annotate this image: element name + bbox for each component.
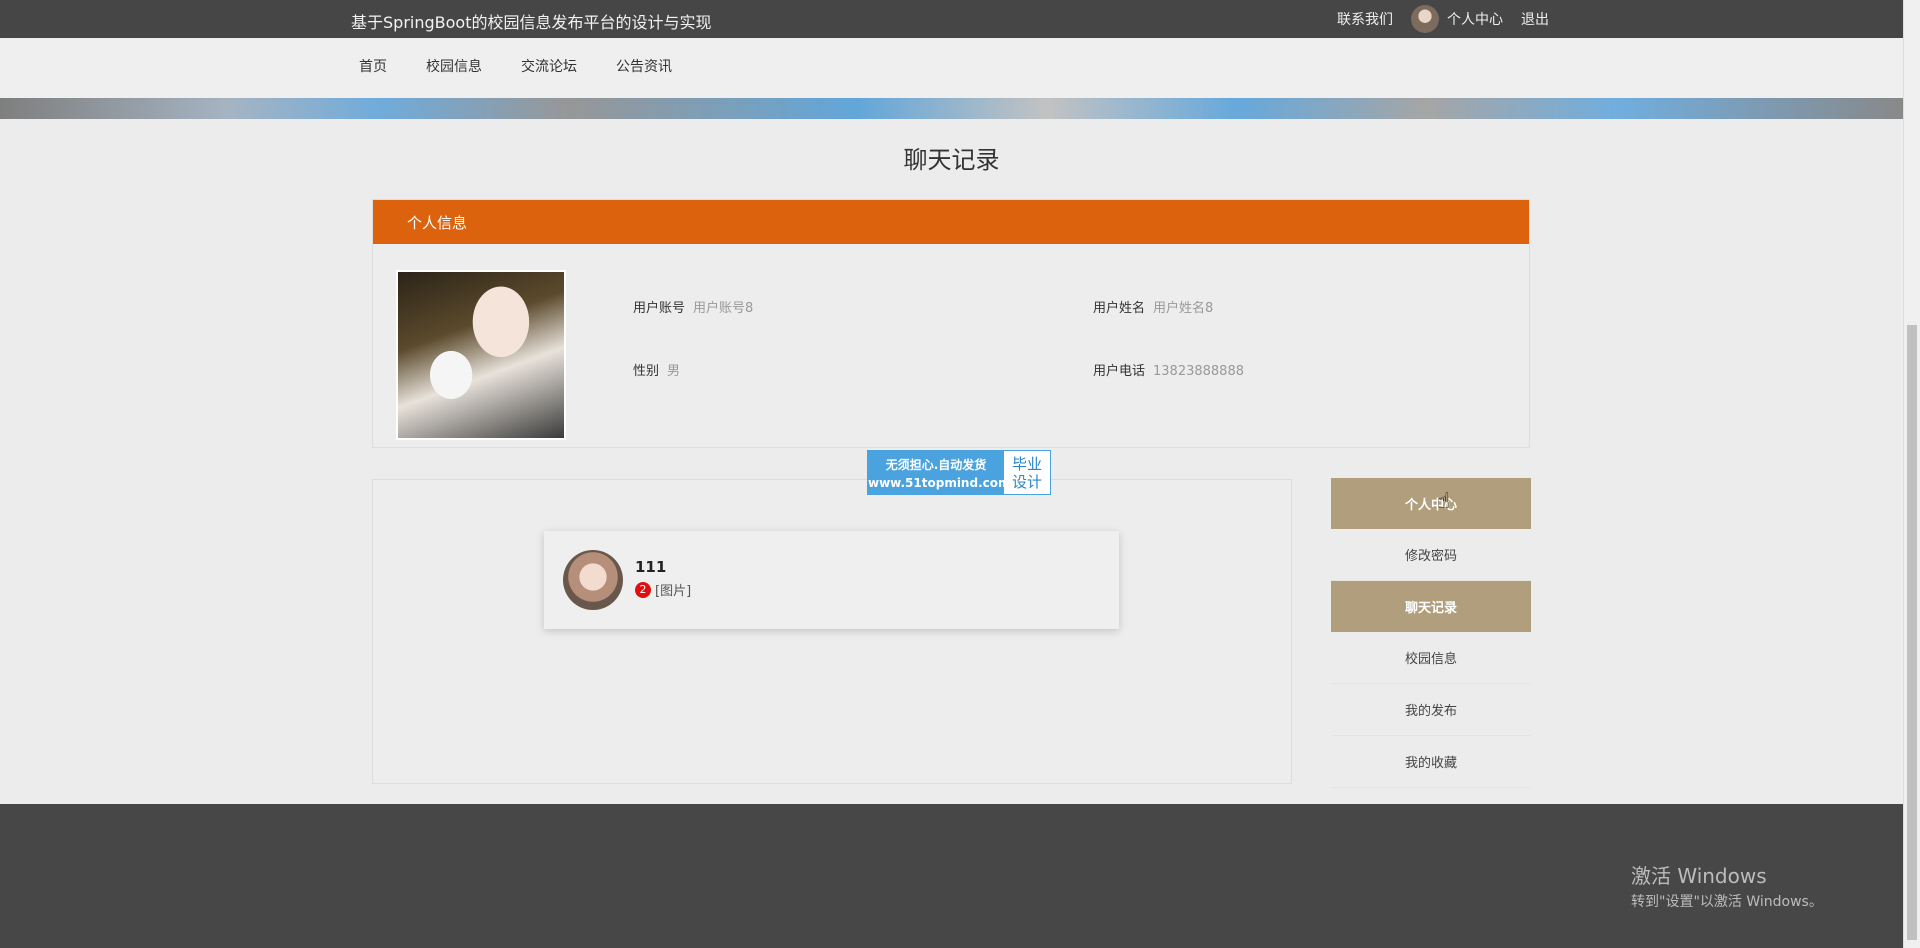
windows-activation-title: 激活 Windows (1631, 864, 1767, 888)
sidebar-item-my-favorites[interactable]: 我的收藏 (1331, 736, 1531, 788)
field-gender: 性别男 (633, 360, 680, 379)
sidebar-item-my-posts[interactable]: 我的发布 (1331, 684, 1531, 736)
main-nav: 首页 校园信息 交流论坛 公告资讯 (0, 38, 1903, 98)
ad-right: 毕业 设计 (1004, 451, 1050, 494)
ad-line2: www.51topmind.com (868, 476, 1011, 490)
site-title: 基于SpringBoot的校园信息发布平台的设计与实现 (351, 13, 712, 32)
windows-activation-subtitle: 转到"设置"以激活 Windows。 (1631, 894, 1823, 910)
chat-avatar (563, 550, 623, 610)
profile-card: 个人信息 用户账号 用户账号8 用户姓名 用户姓名8 性别男 用户电话 1382388… (372, 199, 1530, 448)
ad-right2: 设计 (1011, 473, 1042, 491)
field-phone-value: 13823888888 (1153, 364, 1244, 379)
hand-cursor-icon: ☝ (1437, 489, 1451, 514)
ad-left: 无须担心.自动发货 www.51topmind.com (868, 451, 1011, 494)
page-title: 聊天记录 (903, 146, 1000, 174)
chat-list-panel (372, 479, 1292, 784)
field-phone-label: 用户电话 (1093, 364, 1146, 379)
field-gender-value: 男 (667, 364, 681, 379)
profile-section-title: 个人信息 (407, 213, 468, 232)
scrollbar-thumb[interactable] (1907, 325, 1917, 940)
unread-badge: 2 (635, 581, 651, 598)
sidebar-item-user-center[interactable]: 个人中心 (1331, 478, 1531, 529)
user-center-label: 个人中心 (1447, 12, 1503, 28)
nav-item-home[interactable]: 首页 (359, 56, 387, 76)
chat-contact-name: 111 (635, 558, 667, 576)
ad-right1: 毕业 (1011, 455, 1042, 473)
sidebar-item-chat-history[interactable]: 聊天记录 (1331, 581, 1531, 632)
field-phone: 用户电话 13823888888 (1093, 360, 1244, 379)
contact-link[interactable]: 联系我们 (1337, 9, 1393, 29)
ad-line1: 无须担心.自动发货 (885, 458, 987, 472)
field-name-label: 用户姓名 (1093, 301, 1146, 316)
sidebar-item-change-password[interactable]: 修改密码 (1331, 529, 1531, 581)
profile-card-header: 个人信息 (373, 200, 1529, 244)
windows-activation-notice: 激活 Windows 转到"设置"以激活 Windows。 (1631, 860, 1823, 911)
page-footer (0, 804, 1903, 948)
logout-link[interactable]: 退出 (1521, 9, 1549, 29)
chat-list-item[interactable]: 111 2 [图片] (544, 531, 1119, 629)
watermark-ad: 无须担心.自动发货 www.51topmind.com 毕业 设计 (867, 450, 1051, 495)
user-avatar (1411, 5, 1439, 33)
sidebar-menu: 个人中心 修改密码 聊天记录 校园信息 我的发布 我的收藏 (1331, 478, 1531, 788)
field-account-value: 用户账号8 (693, 301, 754, 316)
nav-item-announcements[interactable]: 公告资讯 (616, 56, 672, 76)
banner-image (0, 98, 1903, 119)
field-name-value: 用户姓名8 (1153, 301, 1214, 316)
top-bar: 基于SpringBoot的校园信息发布平台的设计与实现 联系我们 个人中心 退出 (0, 0, 1903, 38)
page-scrollbar[interactable] (1903, 0, 1920, 948)
field-account: 用户账号 用户账号8 (633, 297, 753, 316)
chat-preview-text: [图片] (655, 584, 692, 599)
user-center-link[interactable]: 个人中心 (1411, 5, 1503, 33)
nav-item-campus-info[interactable]: 校园信息 (426, 56, 482, 76)
chat-preview: 2 [图片] (635, 580, 691, 599)
profile-photo (396, 270, 566, 440)
field-account-label: 用户账号 (633, 301, 686, 316)
field-name: 用户姓名 用户姓名8 (1093, 297, 1213, 316)
field-gender-label: 性别 (633, 364, 660, 379)
top-links: 联系我们 个人中心 退出 (1337, 0, 1549, 38)
nav-item-forum[interactable]: 交流论坛 (521, 56, 577, 76)
sidebar-item-campus-info[interactable]: 校园信息 (1331, 632, 1531, 684)
